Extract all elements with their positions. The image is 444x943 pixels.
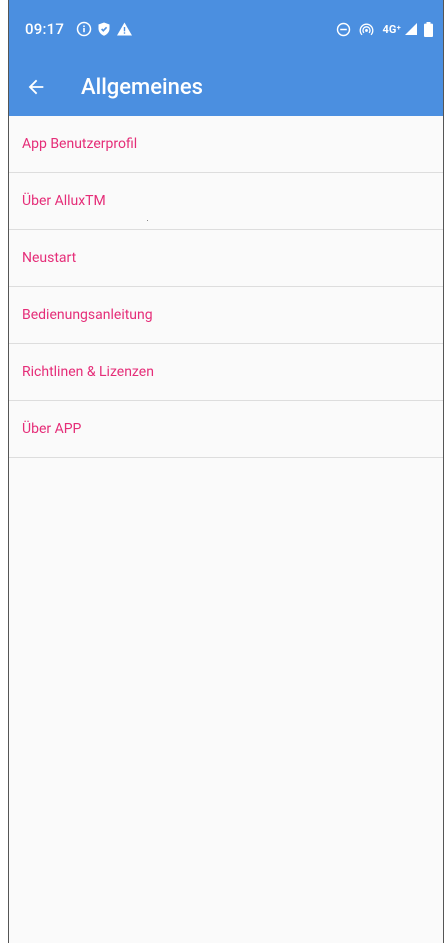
arrow-back-icon xyxy=(28,79,44,95)
status-bar: 09:17 4G⁺ xyxy=(9,0,443,58)
battery-icon xyxy=(424,21,433,37)
hotspot-icon xyxy=(359,22,374,37)
settings-list: App Benutzerprofil Über AlluxTM Neustart… xyxy=(9,116,443,458)
list-item-label: Über APP xyxy=(22,421,82,437)
info-icon xyxy=(76,21,92,37)
status-left: 09:17 xyxy=(25,20,133,38)
signal-icon xyxy=(404,22,418,36)
list-item-ueber-app[interactable]: Über APP xyxy=(9,401,443,458)
back-button[interactable] xyxy=(21,72,51,102)
list-item-label: Richtlinen & Lizenzen xyxy=(22,364,154,380)
status-time: 09:17 xyxy=(25,20,65,38)
status-right: 4G⁺ xyxy=(328,21,433,37)
list-item-neustart[interactable]: Neustart xyxy=(9,230,443,287)
warning-icon xyxy=(116,21,133,37)
do-not-disturb-icon xyxy=(336,22,351,37)
list-item-richtlinien-lizenzen[interactable]: Richtlinen & Lizenzen xyxy=(9,344,443,401)
list-item-label: App Benutzerprofil xyxy=(22,136,138,152)
list-item-label: Über AlluxTM xyxy=(22,193,106,209)
list-item-ueber-allux[interactable]: Über AlluxTM xyxy=(9,173,443,230)
app-screen: 09:17 4G⁺ Allgemeines App Benutzerprofil… xyxy=(8,0,444,943)
network-type-label: 4G⁺ xyxy=(382,22,401,36)
divider-artifact xyxy=(147,220,148,221)
app-bar: Allgemeines xyxy=(9,58,443,116)
shield-icon xyxy=(96,21,112,37)
page-title: Allgemeines xyxy=(81,74,203,100)
list-item-bedienungsanleitung[interactable]: Bedienungsanleitung xyxy=(9,287,443,344)
list-item-app-benutzerprofil[interactable]: App Benutzerprofil xyxy=(9,116,443,173)
list-item-label: Bedienungsanleitung xyxy=(22,307,153,323)
list-item-label: Neustart xyxy=(22,250,77,266)
